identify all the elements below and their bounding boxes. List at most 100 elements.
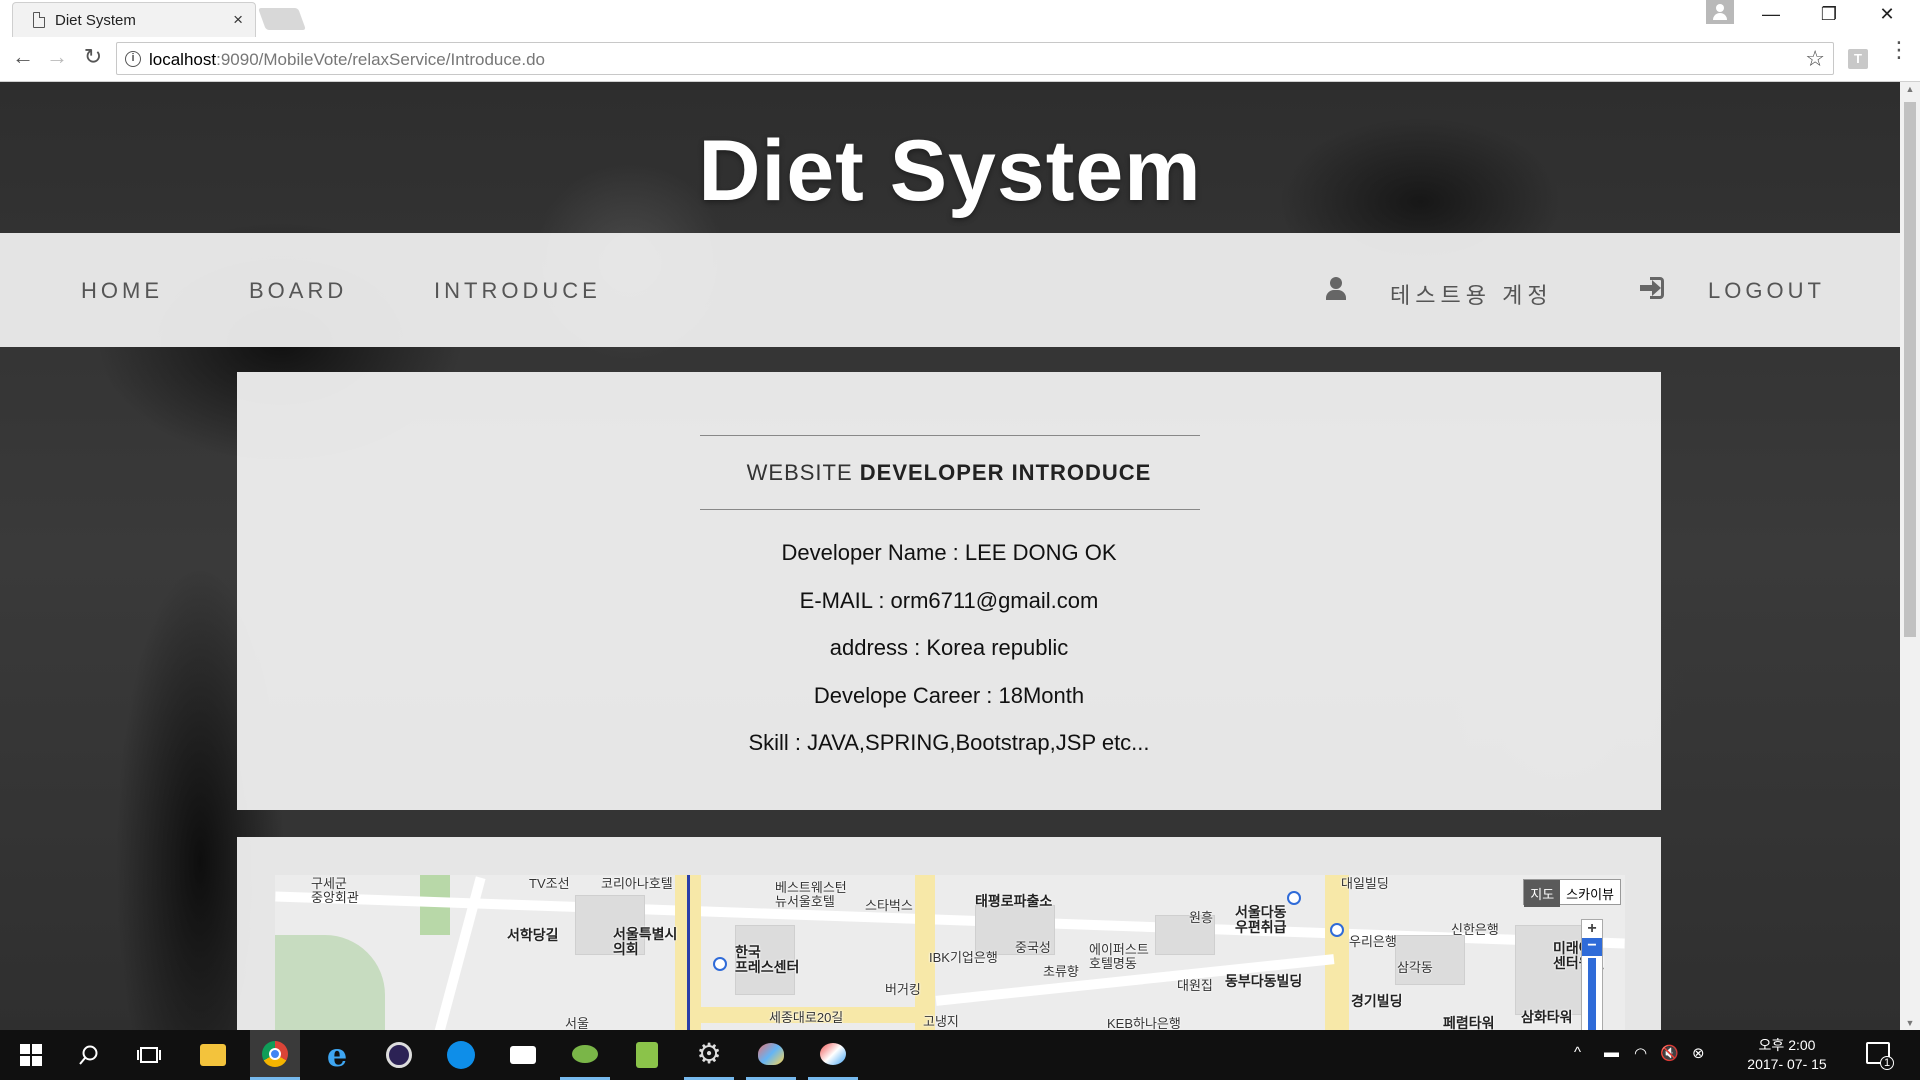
network-off-icon[interactable]: ⊗ (1692, 1044, 1705, 1062)
map-view-button[interactable]: 지도 (1524, 880, 1561, 907)
map-label: 삼화타워 (1521, 1009, 1573, 1025)
settings-gear-icon[interactable]: ⚙ (684, 1030, 734, 1080)
close-window-button[interactable]: ✕ (1872, 4, 1902, 25)
file-explorer-icon[interactable] (188, 1030, 238, 1080)
battery-icon[interactable]: ▬ (1604, 1044, 1619, 1061)
map-label: 서학당길 (507, 927, 559, 943)
bus-stop-icon[interactable] (1287, 891, 1301, 905)
developer-skill: Skill : JAVA,SPRING,Bootstrap,JSP etc... (748, 730, 1150, 755)
developer-address: address : Korea republic (829, 635, 1069, 660)
nav-logout[interactable]: LOGOUT (1708, 278, 1825, 304)
browser-menu-button[interactable]: ⋮ (1888, 39, 1910, 61)
map-label: 원흥 (1189, 910, 1213, 925)
mail-icon[interactable] (498, 1030, 548, 1080)
map-label: 버거킹 (885, 982, 921, 997)
minimize-button[interactable]: — (1756, 4, 1786, 25)
map-zoom-control[interactable]: + − (1581, 919, 1603, 1030)
map-label: 대일빌딩 (1341, 876, 1389, 891)
nav-introduce[interactable]: INTRODUCE (434, 278, 601, 304)
task-view-icon[interactable] (124, 1030, 174, 1080)
back-button[interactable]: ← (8, 44, 38, 70)
bookmark-star-icon[interactable]: ☆ (1805, 46, 1825, 72)
teamviewer-icon[interactable] (436, 1030, 486, 1080)
info-icon[interactable]: i (125, 51, 141, 67)
map-label: IBK기업은행 (929, 950, 998, 965)
paint-icon[interactable] (746, 1030, 796, 1080)
zoom-slider[interactable] (1588, 958, 1596, 1030)
forward-button[interactable]: → (42, 44, 72, 70)
start-button[interactable] (6, 1030, 56, 1080)
logout-icon[interactable] (1640, 277, 1666, 301)
address-bar[interactable]: i localhost:9090/MobileVote/relaxService… (116, 42, 1834, 75)
browser-toolbar: ← → ↻ i localhost:9090/MobileVote/relaxS… (0, 37, 1920, 82)
nav-home[interactable]: HOME (81, 278, 163, 304)
developer-email: E-MAIL : orm6711@gmail.com (799, 588, 1099, 613)
restore-button[interactable]: ❐ (1814, 4, 1844, 25)
map-label: KEB하나은행 (1107, 1016, 1181, 1030)
divider (700, 509, 1200, 510)
notepad-icon[interactable] (622, 1030, 672, 1080)
profile-icon[interactable] (1706, 0, 1734, 24)
document-icon (33, 12, 45, 28)
map-label: 구세군 중앙회관 (311, 876, 359, 905)
scroll-up-icon[interactable]: ▲ (1900, 84, 1920, 94)
app-icon[interactable] (560, 1030, 610, 1080)
page-scrollbar[interactable]: ▲ ▼ (1900, 82, 1920, 1030)
volume-muted-icon[interactable]: 🔇 (1660, 1044, 1679, 1062)
page-viewport: Diet System HOME BOARD INTRODUCE 테스트용 계정… (0, 82, 1900, 1030)
zoom-out-button[interactable]: − (1582, 938, 1602, 956)
nav-board[interactable]: BOARD (249, 278, 347, 304)
wifi-icon[interactable]: ◠ (1634, 1044, 1647, 1062)
browser-tab[interactable]: Diet System × (12, 2, 256, 37)
developer-name: Developer Name : LEE DONG OK (781, 540, 1117, 565)
site-title: Diet System (698, 123, 1202, 219)
windows-logo-icon (20, 1044, 42, 1066)
tab-close-button[interactable]: × (233, 10, 243, 30)
map-type-toggle[interactable]: 지도 스카이뷰 (1523, 879, 1621, 907)
map-label: 코리아나호텔 (601, 876, 673, 891)
extension-icon[interactable]: T (1848, 49, 1868, 69)
tray-chevron-icon[interactable]: ^ (1574, 1044, 1581, 1061)
map-label: 서울 (565, 1016, 589, 1030)
map-label: 우리은행 (1349, 934, 1397, 949)
search-icon[interactable] (64, 1030, 114, 1080)
zoom-in-button[interactable]: + (1582, 920, 1602, 938)
reload-button[interactable]: ↻ (78, 44, 108, 70)
nav-user-account[interactable]: 테스트용 계정 (1390, 278, 1553, 310)
developer-career: Develope Career : 18Month (813, 683, 1085, 708)
eclipse-icon[interactable] (374, 1030, 424, 1080)
internet-explorer-icon[interactable]: e (312, 1030, 362, 1080)
map-label: 태평로파출소 (975, 893, 1053, 909)
new-tab-button[interactable] (257, 8, 307, 30)
browser-tab-strip: Diet System × — ❐ ✕ (0, 0, 1920, 37)
windows-taskbar: e ⚙ ^ ▬ ◠ 🔇 ⊗ 오후 2:00 2017- 07- 15 1 (0, 1030, 1920, 1080)
map-label: 대원집 (1177, 978, 1213, 993)
divider (700, 435, 1200, 436)
map-label: 세종대로20길 (769, 1010, 844, 1025)
map-card: 구세군 중앙회관 TV조선 코리아나호텔 서학당길 서울특별시 의회 베스트웨스… (237, 837, 1661, 1030)
map-label: 스타벅스 (865, 898, 913, 913)
map-label: 신한은행 (1451, 922, 1499, 937)
scrollbar-thumb[interactable] (1904, 102, 1916, 637)
bus-stop-icon[interactable] (1330, 923, 1344, 937)
scroll-down-icon[interactable]: ▼ (1900, 1018, 1920, 1028)
map-label: 에이퍼스트 호텔명동 (1089, 942, 1149, 971)
map-label: 중국성 (1015, 940, 1051, 955)
user-icon (1324, 277, 1348, 301)
paint-brush-icon[interactable] (808, 1030, 858, 1080)
location-map[interactable]: 구세군 중앙회관 TV조선 코리아나호텔 서학당길 서울특별시 의회 베스트웨스… (275, 875, 1625, 1030)
chrome-icon[interactable] (250, 1030, 300, 1080)
map-label: 초류향 (1043, 964, 1079, 979)
map-label: TV조선 (529, 876, 570, 891)
notification-count: 1 (1880, 1056, 1894, 1070)
skyview-button[interactable]: 스카이뷰 (1560, 880, 1620, 907)
tab-title: Diet System (55, 12, 136, 29)
map-label: 삼각동 (1397, 960, 1433, 975)
map-label: 서울다동 우편취급 (1235, 904, 1287, 935)
site-navbar: HOME BOARD INTRODUCE 테스트용 계정 LOGOUT (0, 233, 1900, 347)
url-text[interactable]: localhost:9090/MobileVote/relaxService/I… (149, 50, 545, 70)
taskbar-clock[interactable]: 오후 2:00 2017- 07- 15 (1732, 1036, 1842, 1074)
bus-stop-icon[interactable] (713, 957, 727, 971)
intro-heading: WEBSITE DEVELOPER INTRODUCE (746, 460, 1152, 485)
action-center-icon[interactable]: 1 (1866, 1042, 1894, 1070)
